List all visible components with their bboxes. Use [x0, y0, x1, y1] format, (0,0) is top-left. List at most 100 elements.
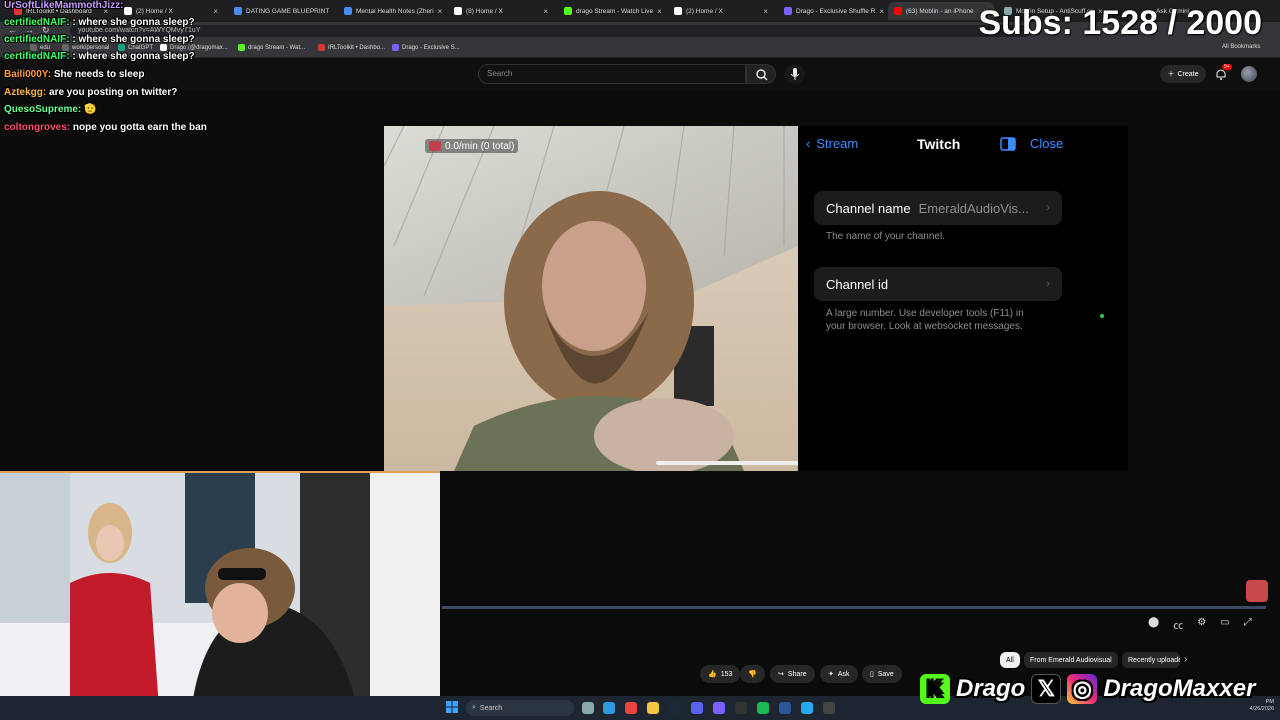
steam-icon[interactable] [669, 702, 681, 714]
bookmark-favicon-icon [392, 44, 399, 51]
close-button[interactable]: Close [1030, 136, 1063, 151]
chat-message: UrSoftLikeMammothJizz: [4, 0, 123, 11]
instagram-logo-icon: ◎ [1067, 674, 1098, 704]
thumbs-up-icon: 👍 [708, 671, 717, 678]
ask-label: Ask [837, 670, 850, 678]
bookmark-item[interactable]: edu [30, 44, 50, 51]
chat-rate-label: 0.0/min (0 total) [445, 140, 515, 152]
panel-title: Twitch [917, 136, 961, 152]
bookmark-label: work/personal [72, 44, 110, 51]
voice-search-button[interactable] [785, 64, 805, 84]
tab-label: DATING GAME BLUEPRINT [246, 7, 330, 15]
tab-close-icon[interactable]: × [213, 7, 218, 16]
autoplay-toggle-icon[interactable]: ⬤ [1148, 617, 1159, 632]
ask-button[interactable]: ✦ Ask [820, 665, 858, 683]
fullscreen-icon[interactable]: ⤢ [1244, 617, 1252, 632]
tab-favicon-icon [894, 7, 902, 15]
terminal-icon[interactable] [735, 702, 747, 714]
tab-close-icon[interactable]: × [543, 7, 548, 16]
youtube-search-input[interactable]: Search [478, 64, 746, 84]
chrome-icon[interactable] [625, 702, 637, 714]
channel-watermark [1246, 580, 1268, 602]
thumbs-down-icon: 👎 [748, 671, 757, 678]
camera-feed-image [384, 126, 798, 471]
bookmark-item[interactable]: Drago - Exclusive S... [392, 44, 460, 51]
bookmark-favicon-icon [238, 44, 245, 51]
sidebar-toggle-icon[interactable] [1000, 136, 1016, 151]
chat-username: certifiedNAIF: [4, 17, 70, 28]
tab-favicon-icon [454, 7, 462, 15]
video-progress-bar[interactable] [442, 606, 1266, 609]
channel-name-label: Channel name [826, 200, 911, 216]
chat-message: certifiedNAIF: : where she gonna sleep? [4, 34, 195, 45]
telegram-icon[interactable] [801, 702, 813, 714]
bookmark-favicon-icon [62, 44, 69, 51]
tab-favicon-icon [344, 7, 352, 15]
share-button[interactable]: ↪ Share [770, 665, 815, 683]
tab-close-icon[interactable]: × [879, 7, 884, 16]
avatar[interactable] [1241, 66, 1257, 82]
webcam-feed-image [0, 473, 440, 720]
status-dot [1100, 314, 1104, 318]
bookmark-item[interactable]: work/personal [62, 44, 109, 51]
bookmark-item[interactable]: Drago (@dragomax... [160, 44, 228, 51]
theater-mode-icon[interactable]: ▭ [1220, 617, 1229, 632]
browser-tab[interactable]: DATING GAME BLUEPRINT× [228, 2, 334, 20]
bookmark-item[interactable]: drago Stream - Wat... [238, 44, 305, 51]
browser-tab[interactable]: (8) Home / X × [448, 2, 554, 20]
word-icon[interactable] [779, 702, 791, 714]
windows-start-icon[interactable] [446, 701, 458, 713]
captions-icon[interactable]: ㏄ [1173, 617, 1183, 632]
edge-icon[interactable] [603, 702, 615, 714]
tab-close-icon[interactable]: × [333, 7, 334, 16]
create-button[interactable]: ＋ Create [1160, 65, 1206, 83]
bookmark-icon: ▯ [870, 671, 874, 678]
back-button[interactable]: ‹ Stream [806, 136, 858, 151]
chevron-right-icon[interactable]: › [1184, 654, 1187, 665]
settings-gear-icon[interactable]: ⚙ [1197, 617, 1206, 632]
taskbar-search[interactable]: ⌕ Search [466, 700, 574, 716]
tab-close-icon[interactable]: × [438, 7, 443, 16]
browser-tab[interactable]: (2) Home / X × [668, 2, 774, 20]
subs-counter: Subs: 1528 / 2000 [978, 4, 1262, 42]
chat-message: certifiedNAIF: : where she gonna sleep? [4, 17, 195, 28]
all-bookmarks-button[interactable]: All Bookmarks [1222, 44, 1260, 50]
browser-tab[interactable]: Drago - Exclusive Shuffle R × [778, 2, 884, 20]
file-explorer-icon[interactable] [647, 702, 659, 714]
url-field[interactable]: youtube.com/watch?v=AWYQMvyT1uY [70, 25, 1030, 37]
taskview-icon[interactable] [582, 702, 594, 714]
tab-favicon-icon [124, 7, 132, 15]
search-button[interactable] [746, 64, 776, 84]
streamer-webcam [0, 471, 440, 720]
bookmark-item[interactable]: IRLToolkit • Dashbo... [318, 44, 385, 51]
save-button[interactable]: ▯ Save [862, 665, 902, 683]
stream-video[interactable] [384, 126, 798, 471]
obs-icon[interactable] [823, 702, 835, 714]
bookmark-label: IRLToolkit • Dashbo... [328, 44, 386, 51]
discord-icon[interactable] [691, 702, 703, 714]
taskbar-search-label: Search [479, 704, 503, 712]
channel-id-label: Channel id [826, 276, 889, 292]
tab-label: (2) Home / X [686, 7, 723, 15]
chip-recently-uploaded[interactable]: Recently uploaded [1122, 652, 1180, 668]
browser-tab[interactable]: Mental Health Notes (Zheri × [338, 2, 444, 20]
bookmark-item[interactable]: ChatGPT [118, 44, 153, 51]
channel-id-row[interactable]: Channel id › [814, 267, 1062, 301]
channel-name-row[interactable]: Channel name EmeraldAudioVis... › [814, 191, 1062, 225]
browser-tab[interactable]: drago Stream - Watch Live × [558, 2, 664, 20]
tab-favicon-icon [564, 7, 572, 15]
share-icon: ↪ [778, 671, 784, 678]
chip-from-channel[interactable]: From Emerald Audiovisual [1024, 652, 1118, 668]
chat-rate-indicator: 0.0/min (0 total) [425, 139, 519, 153]
spotify-icon[interactable] [757, 702, 769, 714]
tab-close-icon[interactable]: × [763, 7, 768, 16]
tab-close-icon[interactable]: × [657, 7, 662, 16]
chip-all[interactable]: All [1000, 652, 1020, 668]
dislike-button[interactable]: 👎 [740, 665, 765, 683]
app-grid-icon[interactable] [713, 702, 725, 714]
tab-label: (63) Moblin - an iPhone [906, 7, 974, 15]
create-label: Create [1177, 70, 1199, 78]
like-button[interactable]: 👍 153 [700, 665, 741, 683]
bookmark-favicon-icon [160, 44, 167, 51]
bookmark-favicon-icon [118, 44, 125, 51]
